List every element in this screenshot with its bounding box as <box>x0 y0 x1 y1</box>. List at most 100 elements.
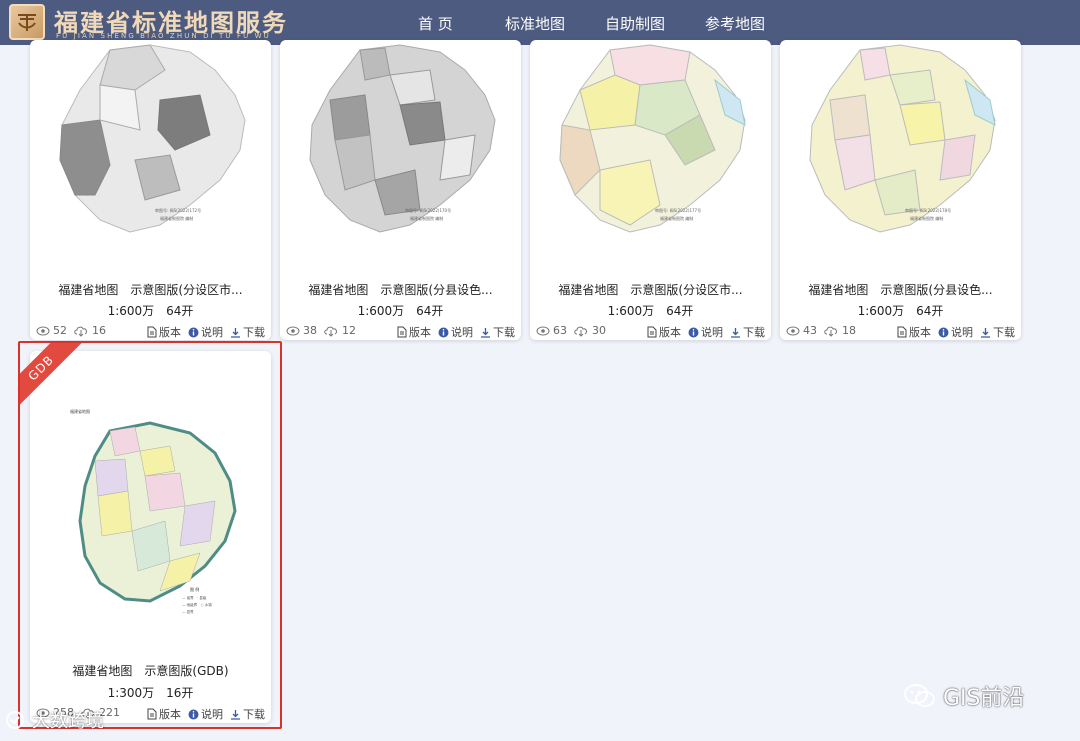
map-card[interactable]: 审图号: 闽S(2022)172号 福建省制图院 编制 福建省地图 示意图版(分… <box>30 40 271 340</box>
info-button[interactable]: 说明 <box>188 706 223 722</box>
watermark-text: GIS前沿 <box>943 686 1025 711</box>
map-card[interactable]: 审图号: 闽S(2022)170号 福建省制图院 编制 福建省地图 示意图版(分… <box>280 40 521 340</box>
download-label: 下载 <box>743 326 765 339</box>
card-stats: 38 12 <box>286 324 356 337</box>
brand-watermark-icon <box>6 711 24 729</box>
info-button[interactable]: 说明 <box>688 324 723 340</box>
download-icon <box>981 327 990 338</box>
cloud-download-icon <box>574 326 587 337</box>
card-title[interactable]: 福建省地图 示意图版(分设区市... <box>530 281 771 298</box>
cloud-download-icon <box>74 326 87 337</box>
svg-text:福建省制图院 编制: 福建省制图院 编制 <box>910 215 943 221</box>
card-stats: 52 16 <box>36 324 106 337</box>
info-label: 说明 <box>201 708 223 721</box>
svg-text:福建省制图院 编制: 福建省制图院 编制 <box>660 215 693 221</box>
brand-watermark: 大数跨境 <box>4 707 104 733</box>
card-scale: 1:600万 64开 <box>607 304 694 318</box>
download-button[interactable]: 下载 <box>980 324 1015 340</box>
card-stats: 43 18 <box>786 324 856 337</box>
nav-self-mapping[interactable]: 自助制图 <box>605 13 665 34</box>
info-button[interactable]: 说明 <box>188 324 223 340</box>
download-icon <box>481 327 490 338</box>
map-thumbnail[interactable]: 审图号: 闽S(2022)172号 福建省制图院 编制 <box>40 40 262 245</box>
svg-text:审图号: 闽S(2022)178号: 审图号: 闽S(2022)178号 <box>905 207 951 213</box>
info-label: 说明 <box>201 326 223 339</box>
wechat-icon <box>904 684 935 707</box>
card-actions: 版本 说明 下载 <box>143 324 265 340</box>
logo[interactable] <box>9 4 45 40</box>
map-thumbnail[interactable]: 审图号: 闽S(2022)170号 福建省制图院 编制 <box>290 40 512 245</box>
version-button[interactable]: 版本 <box>147 706 181 722</box>
info-button[interactable]: 说明 <box>938 324 973 340</box>
card-actions: 版本 说明 下载 <box>893 324 1015 340</box>
svg-text:图 例: 图 例 <box>190 586 199 592</box>
download-count: 16 <box>92 324 106 337</box>
card-title[interactable]: 福建省地图 示意图版(分县设色... <box>780 281 1021 298</box>
svg-text:审图号: 闽S(2022)172号: 审图号: 闽S(2022)172号 <box>155 207 201 213</box>
svg-text:审图号: 闽S(2022)177号: 审图号: 闽S(2022)177号 <box>655 207 701 213</box>
nav-standard-maps[interactable]: 标准地图 <box>505 13 565 34</box>
gdb-corner-ribbon: GDB <box>20 343 90 413</box>
map-card[interactable]: 审图号: 闽S(2022)177号 福建省制图院 编制 福建省地图 示意图版(分… <box>530 40 771 340</box>
card-title[interactable]: 福建省地图 示意图版(分设区市... <box>30 281 271 298</box>
document-icon <box>897 326 907 338</box>
card-actions: 版本 说明 下载 <box>643 324 765 340</box>
watermark-text-left: 大数跨境 <box>32 711 104 732</box>
info-label: 说明 <box>451 326 473 339</box>
card-scale: 1:600万 64开 <box>857 304 944 318</box>
document-icon <box>397 326 407 338</box>
download-label: 下载 <box>243 326 265 339</box>
download-button[interactable]: 下载 <box>230 706 265 722</box>
svg-text:审图号: 闽S(2022)170号: 审图号: 闽S(2022)170号 <box>405 207 451 213</box>
gdb-badge: GDB <box>20 343 88 413</box>
download-count: 12 <box>342 324 356 337</box>
download-icon <box>231 327 240 338</box>
card-scale: 1:600万 64开 <box>107 304 194 318</box>
card-actions: 版本 说明 下载 <box>143 706 265 722</box>
card-scale: 1:600万 64开 <box>357 304 444 318</box>
download-button[interactable]: 下载 <box>230 324 265 340</box>
version-button[interactable]: 版本 <box>897 324 931 340</box>
card-title[interactable]: 福建省地图 示意图版(GDB) <box>30 662 271 679</box>
version-button[interactable]: 版本 <box>397 324 431 340</box>
card-actions: 版本 说明 下载 <box>393 324 515 340</box>
svg-text:— 县界: — 县界 <box>182 609 194 614</box>
site-subtitle: FU JIAN SHENG BIAO ZHUN DI TU FU WU <box>56 32 271 40</box>
download-button[interactable]: 下载 <box>480 324 515 340</box>
nav-reference-maps[interactable]: 参考地图 <box>705 13 765 34</box>
version-label: 版本 <box>159 326 181 339</box>
card-stats: 63 30 <box>536 324 606 337</box>
cloud-download-icon <box>824 326 837 337</box>
eye-icon <box>536 326 550 335</box>
version-button[interactable]: 版本 <box>647 324 681 340</box>
eye-icon <box>36 326 50 335</box>
view-count: 52 <box>53 324 67 337</box>
map-thumbnail[interactable]: 审图号: 闽S(2022)177号 福建省制图院 编制 <box>540 40 762 245</box>
view-count: 43 <box>803 324 817 337</box>
download-count: 18 <box>842 324 856 337</box>
view-count: 63 <box>553 324 567 337</box>
logo-emblem-icon <box>18 14 36 31</box>
eye-icon <box>786 326 800 335</box>
view-count: 38 <box>303 324 317 337</box>
eye-icon <box>286 326 300 335</box>
document-icon <box>647 326 657 338</box>
info-icon <box>188 709 199 719</box>
map-thumbnail[interactable]: 审图号: 闽S(2022)178号 福建省制图院 编制 <box>790 40 1012 245</box>
info-icon <box>438 327 449 337</box>
version-button[interactable]: 版本 <box>147 324 181 340</box>
info-button[interactable]: 说明 <box>438 324 473 340</box>
info-label: 说明 <box>951 326 973 339</box>
version-label: 版本 <box>909 326 931 339</box>
download-label: 下载 <box>993 326 1015 339</box>
card-title[interactable]: 福建省地图 示意图版(分县设色... <box>280 281 521 298</box>
svg-text:— 省界 · 县级: — 省界 · 县级 <box>182 595 207 600</box>
map-card[interactable]: 审图号: 闽S(2022)178号 福建省制图院 编制 福建省地图 示意图版(分… <box>780 40 1021 340</box>
info-icon <box>188 327 199 337</box>
cloud-download-icon <box>324 326 337 337</box>
download-count: 30 <box>592 324 606 337</box>
info-icon <box>938 327 949 337</box>
download-icon <box>231 709 240 720</box>
download-button[interactable]: 下载 <box>730 324 765 340</box>
nav-home[interactable]: 首 页 <box>418 13 453 34</box>
